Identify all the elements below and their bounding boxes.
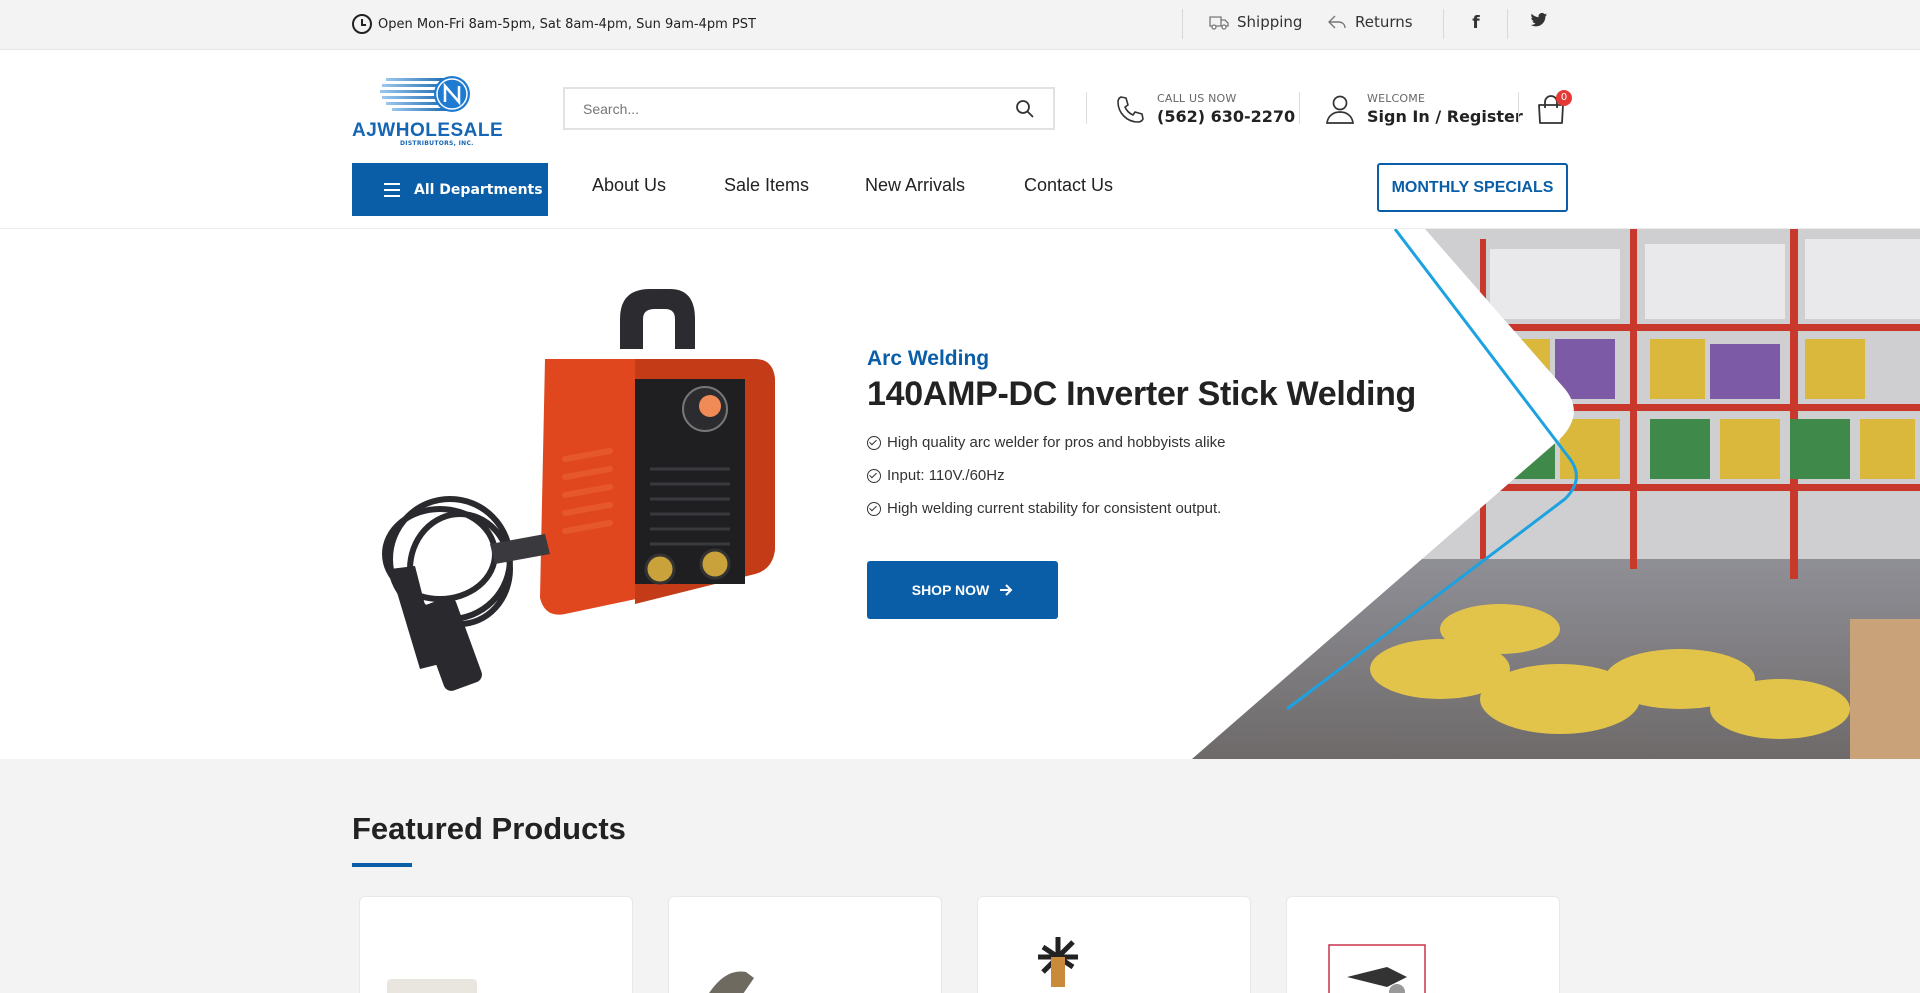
truck-icon: [1209, 16, 1229, 30]
welcome-label: WELCOME: [1367, 92, 1426, 105]
hero-title: 140AMP-DC Inverter Stick Welding: [867, 375, 1417, 413]
top-bar: Open Mon-Fri 8am-5pm, Sat 8am-4pm, Sun 9…: [0, 0, 1920, 50]
divider: [1507, 9, 1508, 39]
user-icon: [1326, 95, 1354, 124]
logo-globe-icon: [380, 76, 470, 112]
call-us-label: CALL US NOW: [1157, 92, 1237, 105]
product-thumbnail: [1038, 937, 1078, 987]
product-card[interactable]: [1286, 896, 1560, 993]
facebook-icon[interactable]: f: [1466, 13, 1486, 33]
clock-icon: [352, 14, 372, 34]
hero-feature-text: High welding current stability for consi…: [887, 500, 1222, 517]
cart-count-badge: 0: [1556, 90, 1572, 106]
shipping-link[interactable]: Shipping: [1209, 13, 1302, 31]
store-hours-text: Open Mon-Fri 8am-5pm, Sat 8am-4pm, Sun 9…: [378, 16, 756, 32]
welder-product-image: [382, 289, 775, 691]
divider: [1443, 9, 1444, 39]
product-card[interactable]: [977, 896, 1251, 993]
search-box: [563, 87, 1055, 130]
sign-in-register: Sign In / Register: [1367, 107, 1523, 126]
product-thumbnail: [709, 971, 754, 993]
call-us[interactable]: CALL US NOW (562) 630-2270: [1157, 92, 1295, 126]
product-thumbnail: [1328, 944, 1426, 993]
nav-about-us[interactable]: About Us: [592, 175, 666, 196]
menu-icon: [384, 182, 400, 197]
divider: [1299, 92, 1300, 124]
site-logo[interactable]: AJWHOLESALE DISTRIBUTORS, INC.: [352, 72, 504, 147]
phone-number: (562) 630-2270: [1157, 107, 1296, 126]
logo-subtext: DISTRIBUTORS, INC.: [400, 140, 474, 147]
hero-category[interactable]: Arc Welding: [867, 347, 989, 371]
page: Open Mon-Fri 8am-5pm, Sat 8am-4pm, Sun 9…: [0, 0, 1920, 993]
return-arrow-icon: [1328, 15, 1346, 29]
account-link[interactable]: WELCOME Sign In / Register: [1367, 92, 1523, 126]
check-circle-icon: [867, 501, 881, 516]
check-circle-icon: [867, 468, 881, 483]
product-card[interactable]: [359, 896, 633, 993]
featured-products-title: Featured Products: [352, 811, 626, 846]
arrow-right-icon: [1000, 584, 1013, 596]
title-underline: [352, 863, 412, 867]
hero-feature-text: High quality arc welder for pros and hob…: [887, 434, 1226, 451]
shop-now-label: SHOP NOW: [911, 582, 990, 598]
hero-banner: Arc Welding 140AMP-DC Inverter Stick Wel…: [0, 229, 1920, 759]
divider: [1518, 92, 1519, 124]
all-departments-button[interactable]: All Departments: [352, 163, 548, 216]
hero-feature-text: Input: 110V./60Hz: [887, 467, 1005, 484]
featured-products-section: Featured Products: [0, 759, 1920, 993]
twitter-icon[interactable]: [1529, 12, 1549, 33]
store-aisle-image: [1192, 229, 1920, 759]
search-icon[interactable]: [1015, 99, 1035, 119]
phone-icon: [1117, 96, 1144, 123]
logo-text: AJWHOLESALE: [352, 120, 504, 141]
returns-link[interactable]: Returns: [1327, 13, 1413, 31]
nav-sale-items[interactable]: Sale Items: [724, 175, 809, 196]
store-hours: Open Mon-Fri 8am-5pm, Sat 8am-4pm, Sun 9…: [352, 14, 756, 34]
hero-feature: High quality arc welder for pros and hob…: [867, 434, 1226, 451]
divider: [1086, 92, 1087, 124]
hero-feature: High welding current stability for consi…: [867, 500, 1221, 517]
check-circle-icon: [867, 435, 881, 450]
hero-feature: Input: 110V./60Hz: [867, 467, 1005, 484]
monthly-specials-button[interactable]: MONTHLY SPECIALS: [1377, 163, 1568, 212]
all-departments-label: All Departments: [414, 181, 543, 198]
product-thumbnail: [387, 979, 477, 993]
nav-new-arrivals[interactable]: New Arrivals: [865, 175, 965, 196]
product-card[interactable]: [668, 896, 942, 993]
search-input[interactable]: [583, 99, 983, 119]
shipping-label: Shipping: [1237, 13, 1303, 31]
divider: [1182, 9, 1183, 39]
shop-now-button[interactable]: SHOP NOW: [867, 561, 1058, 619]
returns-label: Returns: [1355, 13, 1413, 31]
nav-contact-us[interactable]: Contact Us: [1024, 175, 1113, 196]
